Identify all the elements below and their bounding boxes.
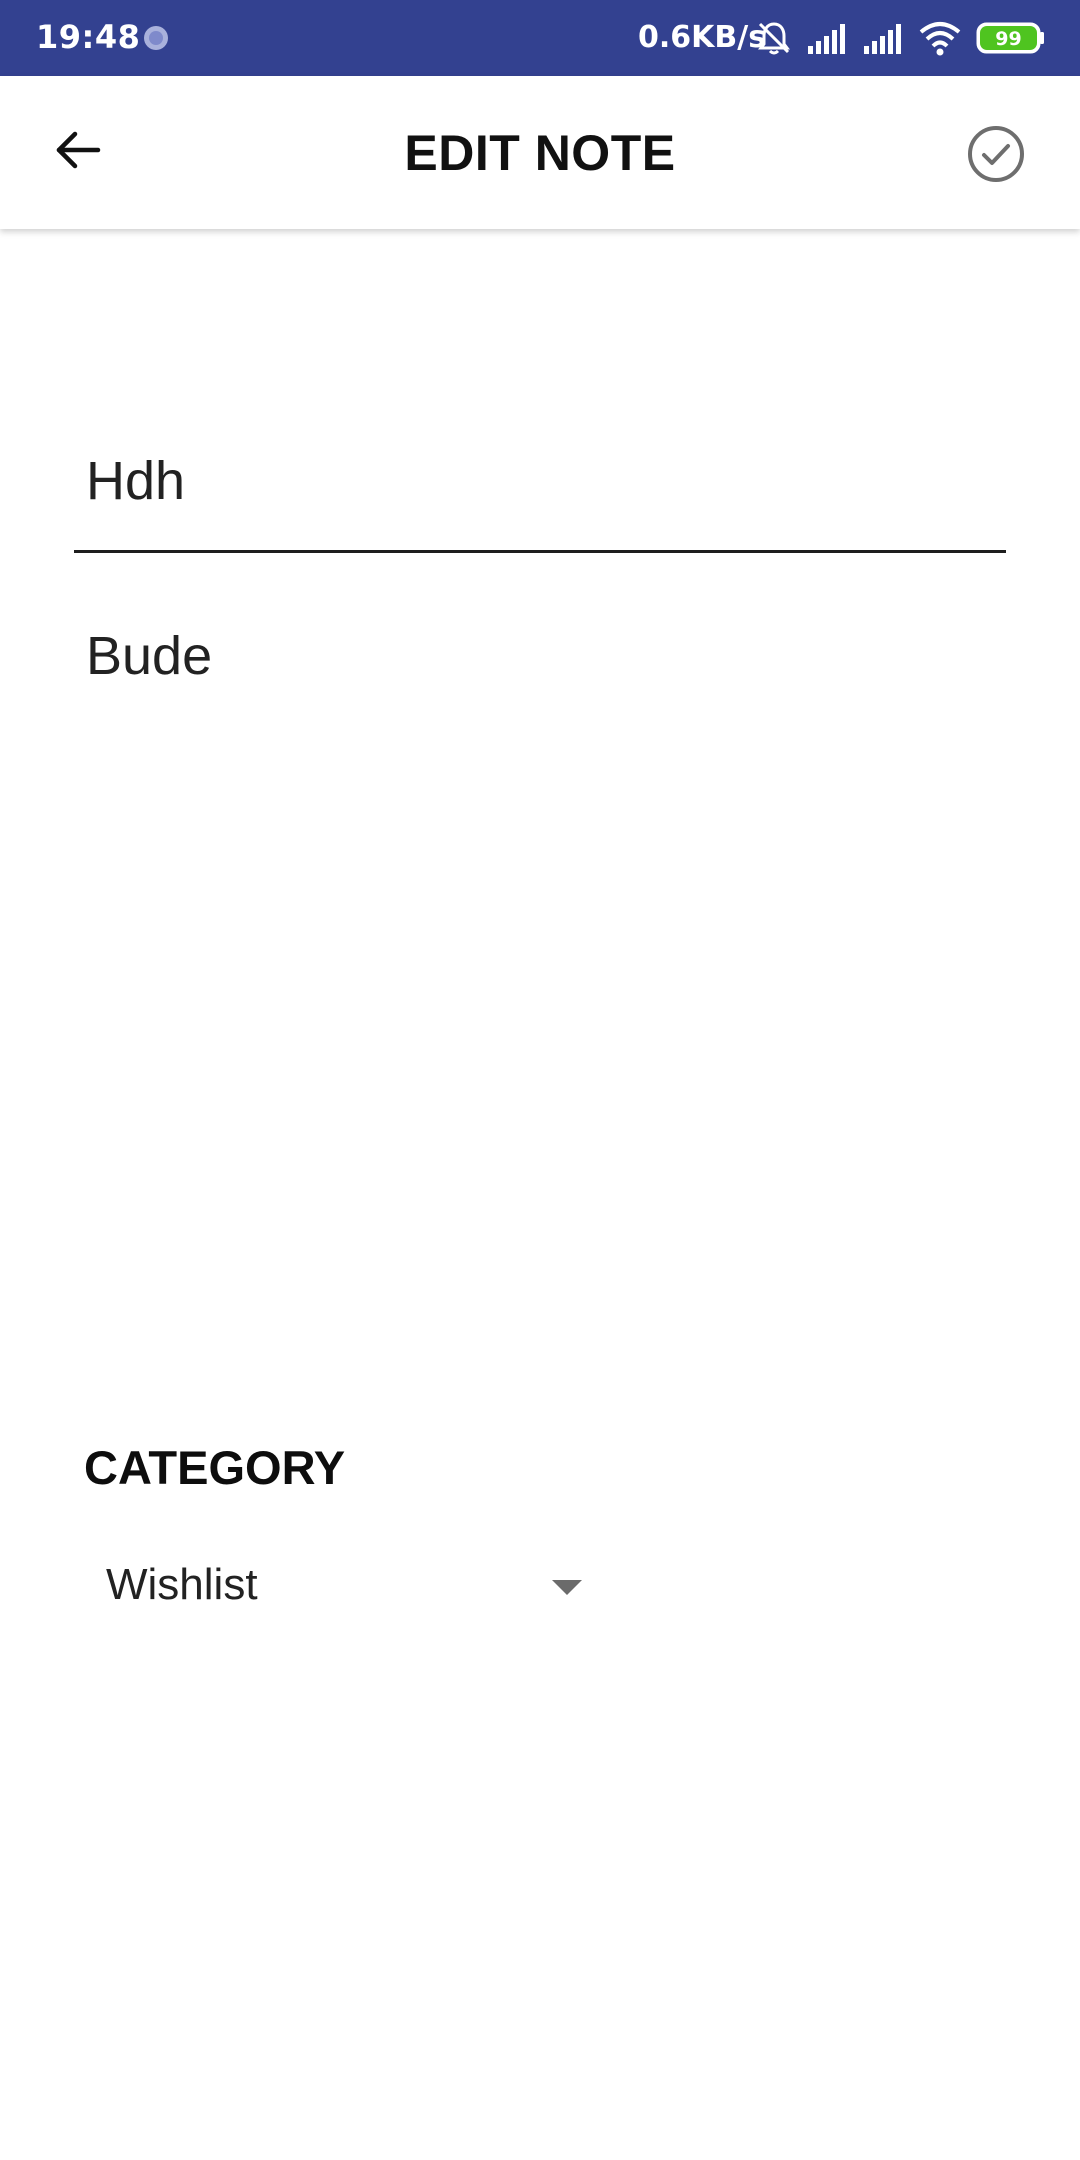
sync-icon <box>143 25 169 51</box>
battery-level: 99 <box>995 28 1021 50</box>
check-circle-icon <box>966 124 1026 189</box>
signal-icon <box>862 22 906 58</box>
bell-off-icon <box>756 20 792 60</box>
network-speed: 0.6KB/s <box>638 20 767 55</box>
battery-icon: 99 <box>976 22 1046 58</box>
status-time: 19:48 <box>36 18 141 56</box>
category-label: CATEGORY <box>84 1441 346 1494</box>
signal-icon <box>806 22 850 58</box>
note-title-input[interactable]: Hdh <box>74 430 1006 553</box>
page-title: EDIT NOTE <box>404 125 676 181</box>
category-dropdown[interactable]: Wishlist <box>90 1540 590 1630</box>
note-body-input[interactable]: Bude <box>86 625 212 687</box>
category-selected-value: Wishlist <box>106 1560 258 1609</box>
note-title-text: Hdh <box>86 451 186 511</box>
triangle-down-icon <box>552 1580 582 1595</box>
save-button[interactable] <box>960 120 1032 192</box>
status-bar: 19:48 0.6KB/s 99 <box>0 0 1080 76</box>
wifi-icon <box>918 20 962 60</box>
app-bar: EDIT NOTE <box>0 76 1080 229</box>
